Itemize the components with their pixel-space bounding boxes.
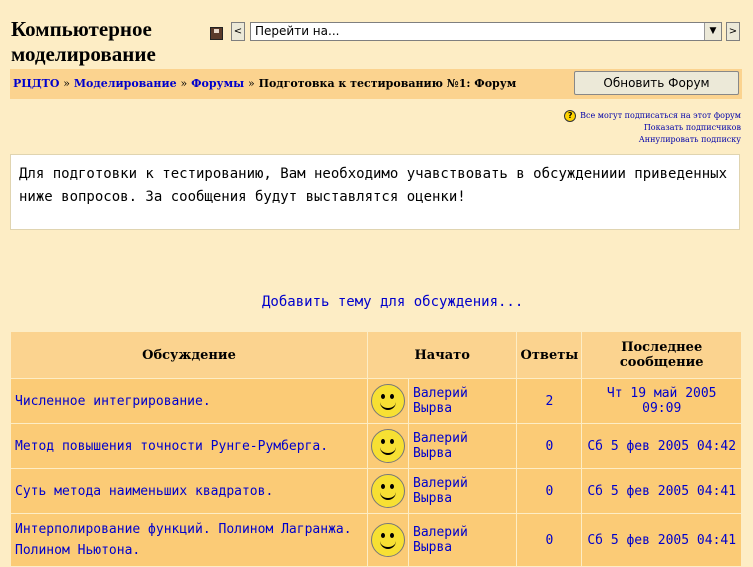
author-link[interactable]: Валерий Вырва bbox=[407, 423, 518, 469]
replies-count[interactable]: 0 bbox=[516, 423, 583, 469]
course-title: Компьютерное моделирование bbox=[11, 17, 156, 67]
smiley-icon bbox=[371, 474, 405, 508]
topic-link[interactable]: Интерполирование функций. Полином Лагран… bbox=[10, 513, 368, 567]
col-replies: Ответы bbox=[516, 331, 583, 379]
course-title-line2: моделирование bbox=[11, 42, 156, 66]
smiley-icon bbox=[371, 523, 405, 557]
subscription-links: ? Все могут подписаться на этот форум Пок… bbox=[564, 110, 741, 146]
help-icon[interactable]: ? bbox=[564, 110, 577, 122]
topic-link[interactable]: Метод повышения точности Рунге-Румберга. bbox=[10, 423, 368, 469]
author-link[interactable]: Валерий Вырва bbox=[407, 468, 518, 514]
author-link[interactable]: Валерий Вырва bbox=[407, 378, 518, 424]
avatar[interactable] bbox=[367, 378, 409, 424]
discussion-table: Обсуждение Начато Ответы Последнее сообще… bbox=[10, 331, 742, 567]
replies-count[interactable]: 0 bbox=[516, 513, 583, 567]
table-row: Суть метода наименьших квадратов. Валери… bbox=[10, 468, 742, 514]
breadcrumb-course[interactable]: Моделирование bbox=[74, 77, 177, 90]
replies-count[interactable]: 0 bbox=[516, 468, 583, 514]
update-forum-button[interactable]: Обновить Форум bbox=[574, 71, 739, 95]
avatar[interactable] bbox=[367, 423, 409, 469]
topic-link[interactable]: Суть метода наименьших квадратов. bbox=[10, 468, 368, 514]
last-post-link[interactable]: Сб 5 фев 2005 04:42 bbox=[581, 423, 742, 469]
smiley-icon bbox=[371, 384, 405, 418]
table-row: Интерполирование функций. Полином Лагран… bbox=[10, 513, 742, 567]
author-link[interactable]: Валерий Вырва bbox=[407, 513, 518, 567]
col-discussion: Обсуждение bbox=[10, 331, 368, 379]
next-activity-button[interactable]: > bbox=[726, 22, 740, 41]
avatar[interactable] bbox=[367, 513, 409, 567]
jump-select[interactable]: Перейти на... ▼ bbox=[250, 22, 722, 41]
col-last-post-line1: Последнее bbox=[621, 340, 703, 355]
prev-activity-button[interactable]: < bbox=[231, 22, 245, 41]
course-title-line1: Компьютерное bbox=[11, 17, 152, 41]
everyone-can-subscribe-link[interactable]: Все могут подписаться на этот форум bbox=[580, 111, 741, 120]
show-subscribers-link[interactable]: Показать подписчиков bbox=[644, 123, 741, 132]
breadcrumb-forums[interactable]: Форумы bbox=[191, 77, 244, 90]
last-post-link[interactable]: Сб 5 фев 2005 04:41 bbox=[581, 468, 742, 514]
unsubscribe-link[interactable]: Аннулировать подписку bbox=[639, 135, 741, 144]
avatar[interactable] bbox=[367, 468, 409, 514]
table-header-row: Обсуждение Начато Ответы Последнее сообще… bbox=[10, 331, 742, 379]
save-icon[interactable] bbox=[210, 27, 223, 40]
table-row: Численное интегрирование. Валерий Вырва … bbox=[10, 378, 742, 424]
col-last-post-line2: сообщение bbox=[619, 355, 704, 370]
breadcrumb-home[interactable]: РЦДТО bbox=[13, 77, 59, 90]
last-post-link[interactable]: Чт 19 май 2005 09:09 bbox=[581, 378, 742, 424]
col-last-post: Последнее сообщение bbox=[581, 331, 742, 379]
topic-link[interactable]: Численное интегрирование. bbox=[10, 378, 368, 424]
col-started: Начато bbox=[366, 331, 518, 379]
forum-intro: Для подготовки к тестированию, Вам необх… bbox=[10, 154, 740, 230]
breadcrumb: РЦДТО » Моделирование » Форумы » Подгото… bbox=[13, 77, 516, 90]
breadcrumb-sep: » bbox=[180, 77, 188, 90]
add-topic-link[interactable]: Добавить тему для обсуждения... bbox=[262, 294, 523, 310]
last-post-link[interactable]: Сб 5 фев 2005 04:41 bbox=[581, 513, 742, 567]
chevron-down-icon[interactable]: ▼ bbox=[704, 23, 721, 40]
jump-select-value: Перейти на... bbox=[255, 24, 340, 38]
breadcrumb-sep: » bbox=[63, 77, 71, 90]
replies-count[interactable]: 2 bbox=[516, 378, 583, 424]
smiley-icon bbox=[371, 429, 405, 463]
breadcrumb-sep: » bbox=[248, 77, 255, 90]
table-row: Метод повышения точности Рунге-Румберга.… bbox=[10, 423, 742, 469]
navbar: РЦДТО » Моделирование » Форумы » Подгото… bbox=[10, 69, 742, 99]
breadcrumb-current: Подготовка к тестированию №1: Форум bbox=[258, 77, 517, 90]
